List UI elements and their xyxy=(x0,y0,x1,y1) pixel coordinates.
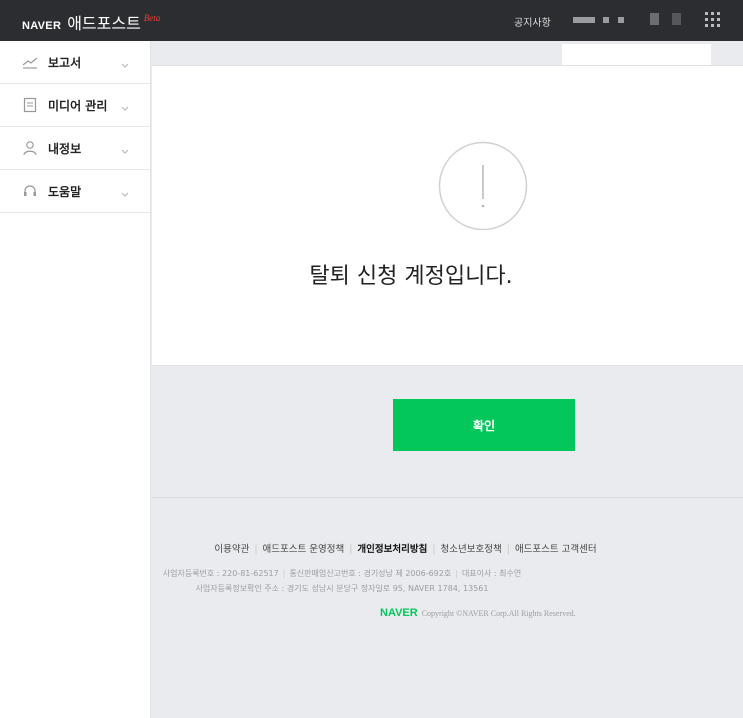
document-icon xyxy=(22,97,38,113)
company-info-line1: 사업자등록번호 : 220-81-62517 | 통신판매업신고번호 : 경기성남 … xyxy=(2,568,682,579)
top-bar: NAVER 애드포스트 Beta 공지사항 xyxy=(0,0,743,41)
footer-link-terms[interactable]: 이용약관 xyxy=(214,544,249,555)
footer-divider xyxy=(152,497,743,498)
separator: | xyxy=(432,544,436,555)
notice-link[interactable]: 공지사항 xyxy=(514,14,551,29)
exclamation-circle-icon xyxy=(438,141,528,231)
beta-badge: Beta xyxy=(143,13,161,23)
chart-line-icon xyxy=(22,54,38,70)
sidebar-item-label: 도움말 xyxy=(48,185,82,199)
footer-link-privacy[interactable]: 개인정보처리방침 xyxy=(357,544,427,555)
sidebar-item-media[interactable]: 미디어 관리 xyxy=(0,84,150,127)
ceo-name: 대표이사 : 최수연 xyxy=(461,569,522,578)
mail-order-number: 통신판매업신고번호 : 경기성남 제 2006-692호 xyxy=(289,569,452,578)
footer-link-youth[interactable]: 청소년보호정책 xyxy=(441,544,502,555)
footer-link-support[interactable]: 애드포스트 고객센터 xyxy=(515,544,597,555)
separator: | xyxy=(349,544,353,555)
account-menu-redacted-2[interactable] xyxy=(672,13,681,25)
sidebar-item-label: 미디어 관리 xyxy=(48,99,108,113)
naver-footer-logo: NAVER xyxy=(380,607,418,619)
account-menu-redacted[interactable] xyxy=(650,13,659,25)
confirm-button[interactable]: 확인 xyxy=(393,399,575,451)
chevron-down-icon xyxy=(120,99,130,111)
company-address: 사업자등록정보확인 주소 : 경기도 성남시 분당구 정자일로 95, NAVE… xyxy=(195,584,489,593)
service-title: 애드포스트 xyxy=(67,14,141,33)
separator: | xyxy=(455,569,458,578)
user-menu-dropdown-area xyxy=(562,44,711,65)
user-name-redacted[interactable] xyxy=(573,17,595,23)
separator: | xyxy=(254,544,258,555)
chevron-down-icon xyxy=(120,185,130,197)
person-icon xyxy=(22,140,38,156)
company-info-line2: 사업자등록정보확인 주소 : 경기도 성남시 분당구 정자일로 95, NAVE… xyxy=(2,583,682,594)
separator: | xyxy=(506,544,510,555)
sidebar-item-help[interactable]: 도움말 xyxy=(0,170,150,213)
headset-icon xyxy=(22,183,38,199)
sidebar-item-report[interactable]: 보고서 xyxy=(0,41,150,84)
logo[interactable]: NAVER 애드포스트 Beta xyxy=(22,10,160,34)
sidebar-item-myinfo[interactable]: 내정보 xyxy=(0,127,150,170)
user-name-redacted-2[interactable] xyxy=(603,17,609,23)
sidebar-item-label: 내정보 xyxy=(48,142,82,156)
footer-link-policy[interactable]: 애드포스트 운영정책 xyxy=(263,544,345,555)
sidebar-item-label: 보고서 xyxy=(48,56,82,70)
chevron-down-icon xyxy=(120,56,130,68)
footer-links: 이용약관 | 애드포스트 운영정책 | 개인정보처리방침 | 청소년보호정책 | 애드포스트 고… xyxy=(68,541,743,555)
user-name-redacted-3[interactable] xyxy=(618,17,624,23)
chevron-down-icon xyxy=(120,142,130,154)
apps-grid-icon[interactable] xyxy=(705,12,721,28)
business-number: 사업자등록번호 : 220-81-62517 xyxy=(162,569,279,578)
naver-logo: NAVER xyxy=(22,20,62,32)
copyright-text: Copyright ©NAVER Corp.All Rights Reserve… xyxy=(421,609,576,618)
withdrawal-message: 탈퇴 신청 계정입니다. xyxy=(309,264,513,289)
sidebar: 보고서 미디어 관리 내정보 도움말 xyxy=(0,41,151,718)
message-card: 탈퇴 신청 계정입니다. xyxy=(152,65,743,366)
separator: | xyxy=(282,569,286,578)
copyright: NAVER Copyright ©NAVER Corp.All Rights R… xyxy=(380,607,576,619)
